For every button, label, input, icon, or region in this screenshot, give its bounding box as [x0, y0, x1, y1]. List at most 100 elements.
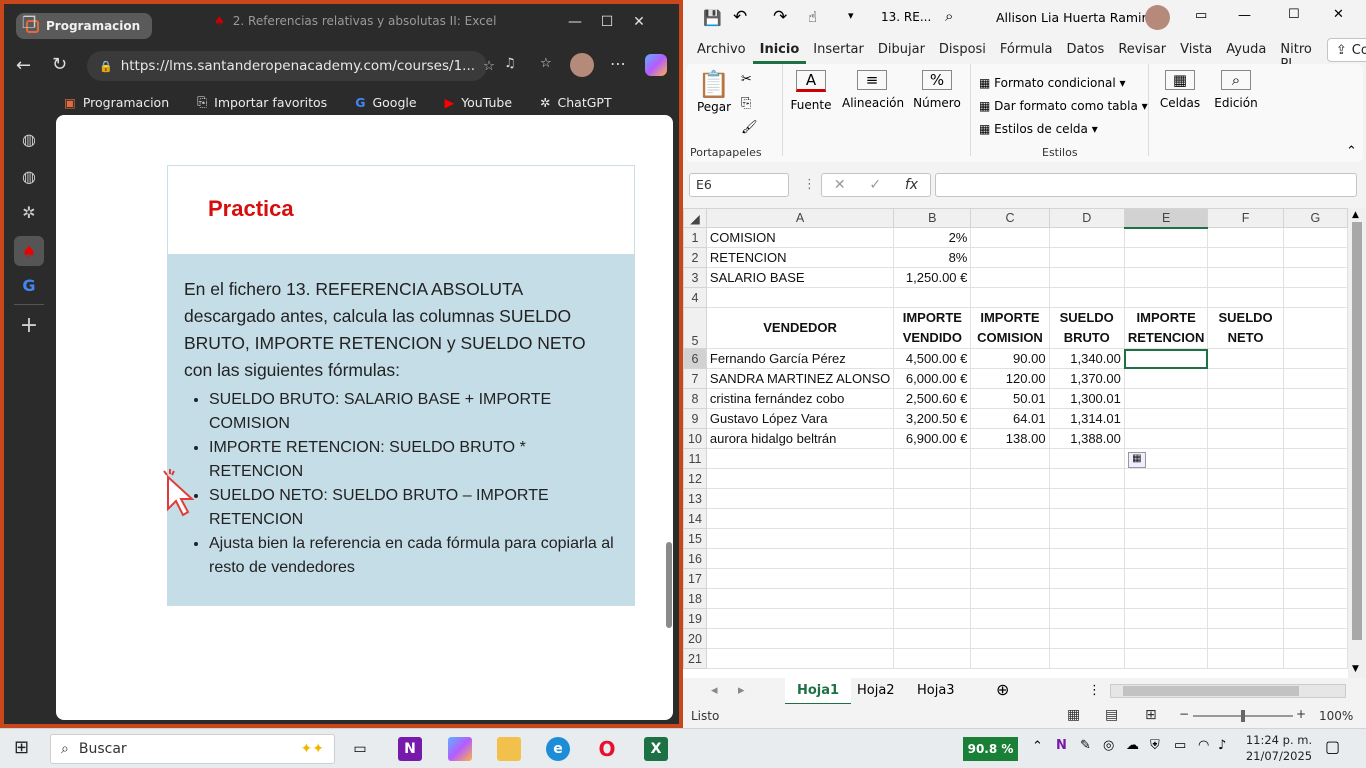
battery-icon[interactable]: ▭: [1174, 738, 1186, 753]
row-header[interactable]: 15: [683, 528, 707, 549]
header-cell[interactable]: IMPORTE RETENCION: [1123, 307, 1209, 349]
header-cell[interactable]: SUELDO BRUTO: [1048, 307, 1125, 349]
cell[interactable]: 138.00: [970, 428, 1050, 449]
formula-input[interactable]: [935, 173, 1357, 197]
cell[interactable]: [1048, 588, 1125, 609]
cell[interactable]: Gustavo López Vara: [705, 408, 895, 429]
windows-start-icon[interactable]: ⊞: [14, 737, 29, 758]
cell[interactable]: [970, 568, 1050, 589]
onenote-icon[interactable]: N: [398, 737, 422, 761]
next-sheet-icon[interactable]: ▸: [738, 683, 745, 698]
cell[interactable]: [1282, 628, 1348, 649]
cell[interactable]: [1207, 628, 1284, 649]
sheet-tab-hoja3[interactable]: Hoja3: [917, 683, 955, 698]
cell[interactable]: [705, 468, 895, 489]
opera-icon[interactable]: O: [595, 737, 619, 761]
scroll-up-icon[interactable]: ▲: [1352, 210, 1359, 220]
cell[interactable]: [893, 648, 972, 669]
wifi-icon[interactable]: ◠: [1198, 738, 1209, 753]
tab-formulas[interactable]: Fórmula: [993, 38, 1060, 64]
zoom-thumb[interactable]: [1241, 710, 1245, 722]
page-break-icon[interactable]: ⊞: [1145, 707, 1157, 723]
insert-function-icon[interactable]: fx: [905, 177, 918, 193]
cell[interactable]: [705, 508, 895, 529]
cell[interactable]: [1282, 267, 1348, 288]
column-header[interactable]: G: [1282, 208, 1348, 228]
row-header[interactable]: 17: [683, 568, 707, 589]
cell[interactable]: 1,340.00: [1048, 348, 1125, 369]
security-icon[interactable]: ⛨: [1150, 738, 1160, 753]
cell[interactable]: [893, 628, 972, 649]
cell[interactable]: [1123, 428, 1209, 449]
scroll-thumb[interactable]: [1123, 686, 1299, 696]
cell[interactable]: [1123, 648, 1209, 669]
select-all[interactable]: ◢: [683, 208, 707, 228]
column-header[interactable]: B: [893, 208, 972, 228]
notifications-icon[interactable]: ▢: [1325, 737, 1340, 756]
bookmark-programacion[interactable]: ▣ Programacion: [64, 95, 169, 110]
add-sheet-icon[interactable]: ⊕: [996, 680, 1009, 699]
cell[interactable]: [1282, 247, 1348, 268]
cell[interactable]: [1123, 287, 1209, 308]
row-header[interactable]: 4: [683, 287, 707, 308]
conditional-format-button[interactable]: ▦ Formato condicional ▾: [979, 72, 1148, 95]
column-header[interactable]: E: [1123, 208, 1209, 229]
cell[interactable]: [1048, 247, 1125, 268]
minimize-icon[interactable]: —: [1238, 8, 1251, 23]
cell[interactable]: [1282, 368, 1348, 389]
row-header[interactable]: 11: [683, 448, 707, 469]
bookmark-chatgpt[interactable]: ✲ ChatGPT: [540, 95, 612, 110]
cell[interactable]: [1123, 488, 1209, 509]
task-view-icon[interactable]: ▭: [348, 737, 372, 761]
bookmark-import[interactable]: ⎘ Importar favoritos: [197, 94, 327, 110]
selected-cell[interactable]: [1123, 348, 1209, 369]
cell[interactable]: [1048, 628, 1125, 649]
row-header[interactable]: 18: [683, 588, 707, 609]
cell[interactable]: [1282, 448, 1348, 469]
collapse-ribbon-icon[interactable]: ⌃: [1346, 144, 1357, 159]
tab-insertar[interactable]: Insertar: [806, 38, 871, 64]
page-layout-icon[interactable]: ▤: [1105, 707, 1118, 723]
column-header[interactable]: C: [970, 208, 1050, 228]
onenote-tray-icon[interactable]: N: [1056, 738, 1067, 753]
volume-icon[interactable]: ♪: [1218, 738, 1226, 753]
cell[interactable]: RETENCION: [705, 247, 895, 268]
edge-icon[interactable]: e: [546, 737, 570, 761]
refresh-icon[interactable]: ↻: [52, 54, 67, 75]
cell[interactable]: [893, 568, 972, 589]
bookmark-google[interactable]: G Google: [355, 95, 416, 110]
cell[interactable]: [1207, 408, 1284, 429]
active-tab[interactable]: ♠ 2. Referencias relativas y absolutas I…: [214, 14, 496, 28]
column-header[interactable]: D: [1048, 208, 1125, 228]
cell[interactable]: [893, 548, 972, 569]
extension-icon[interactable]: ♫: [504, 56, 516, 71]
cell[interactable]: [1207, 287, 1284, 308]
cell[interactable]: 1,370.00: [1048, 368, 1125, 389]
tab-inicio[interactable]: Inicio: [752, 38, 807, 64]
cell[interactable]: SALARIO BASE: [705, 267, 895, 288]
cell[interactable]: [1123, 227, 1209, 248]
clock[interactable]: 11:24 p. m. 21/07/2025: [1236, 732, 1322, 764]
cell[interactable]: [1048, 267, 1125, 288]
cell[interactable]: 8%: [893, 247, 972, 268]
font-button[interactable]: A Fuente: [786, 70, 836, 112]
cell[interactable]: [1207, 508, 1284, 529]
row-header[interactable]: 21: [683, 648, 707, 669]
cell[interactable]: [970, 648, 1050, 669]
cell[interactable]: 50.01: [970, 388, 1050, 409]
share-button[interactable]: ⇪ Compartir: [1326, 38, 1366, 62]
cell[interactable]: [970, 287, 1050, 308]
cell[interactable]: [1282, 608, 1348, 629]
cell[interactable]: [1123, 548, 1209, 569]
redo-icon[interactable]: ↷: [773, 7, 787, 27]
touch-mode-icon[interactable]: ☝: [808, 8, 817, 26]
cell[interactable]: 2,500.60 €: [893, 388, 972, 409]
cell[interactable]: [1123, 528, 1209, 549]
santander-tab-icon[interactable]: ♠: [14, 236, 44, 266]
cell[interactable]: [705, 448, 895, 469]
cell[interactable]: [1207, 247, 1284, 268]
scroll-thumb[interactable]: [666, 542, 672, 628]
cell[interactable]: [1282, 488, 1348, 509]
zoom-level[interactable]: 100%: [1319, 709, 1353, 723]
cell[interactable]: [893, 287, 972, 308]
